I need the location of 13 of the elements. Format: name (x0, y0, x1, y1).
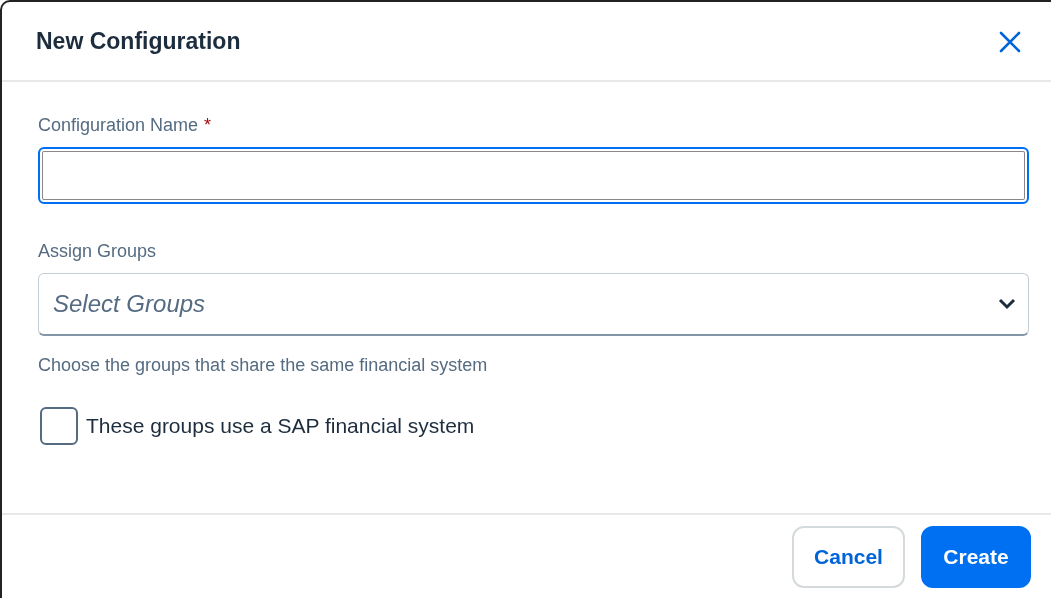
checkbox-label: These groups use a SAP financial system (86, 413, 475, 440)
checkbox[interactable] (40, 407, 78, 445)
input-field[interactable] (38, 147, 1029, 204)
cancel-button[interactable]: Cancel (792, 525, 905, 588)
required-mark: * (204, 115, 212, 135)
close-icon (999, 30, 1021, 53)
dialog-title: New Configuration (36, 26, 241, 56)
create-button[interactable]: Create (921, 525, 1031, 588)
field-label: Assign Groups (38, 241, 157, 261)
select-dropdown[interactable]: Select Groups (38, 273, 1029, 336)
field-label: Configuration Name (38, 115, 199, 135)
helper-text: Choose the groups that share the same financial system (38, 355, 488, 375)
chevron-down-icon (998, 298, 1016, 310)
